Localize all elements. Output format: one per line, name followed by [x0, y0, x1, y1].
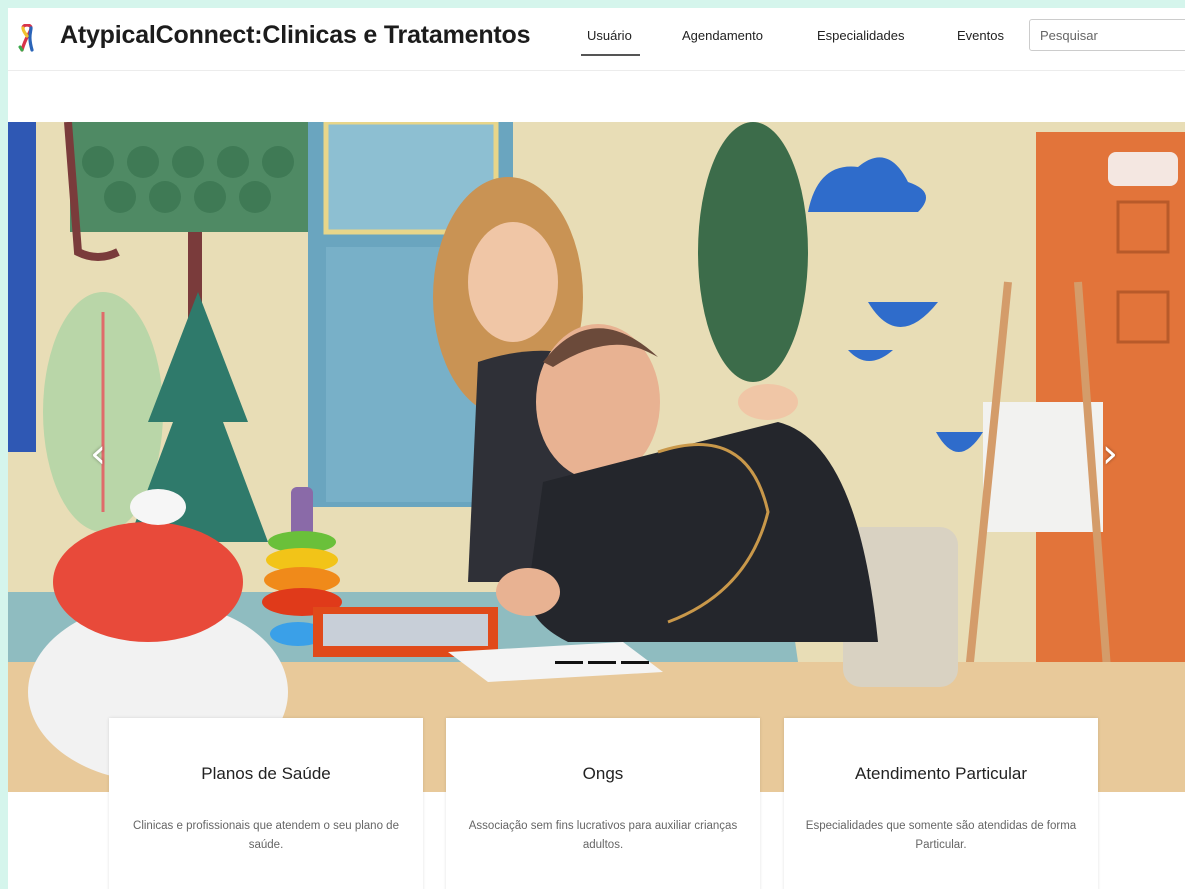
top-navbar: AtypicalConnect:Clinicas e Tratamentos U…: [8, 8, 1185, 71]
card-ongs[interactable]: Ongs Associação sem fins lucrativos para…: [446, 718, 760, 889]
card-atendimento-particular[interactable]: Atendimento Particular Especialidades qu…: [784, 718, 1098, 889]
card-description: Clinicas e profissionais que atendem o s…: [133, 820, 399, 851]
nav-item-usuario[interactable]: Usuário: [581, 28, 640, 56]
carousel-prev-button[interactable]: ‹: [90, 434, 106, 474]
card-planos-de-saude[interactable]: Planos de Saúde Clinicas e profissionais…: [109, 718, 423, 889]
hero-carousel: ‹ ›: [8, 122, 1185, 792]
carousel-indicator-2[interactable]: [588, 661, 616, 664]
search-input[interactable]: [1029, 19, 1185, 51]
brand-title[interactable]: AtypicalConnect:Clinicas e Tratamentos: [60, 21, 531, 50]
carousel-indicator-1[interactable]: [555, 661, 583, 664]
card-description: Especialidades que somente são atendidas…: [805, 820, 1077, 851]
nav-item-eventos[interactable]: Eventos: [957, 28, 1004, 43]
nav-item-especialidades[interactable]: Especialidades: [817, 28, 904, 43]
card-title: Planos de Saúde: [201, 764, 331, 783]
nav-item-agendamento[interactable]: Agendamento: [682, 28, 763, 43]
carousel-indicator-3[interactable]: [621, 661, 649, 664]
page: AtypicalConnect:Clinicas e Tratamentos U…: [8, 8, 1185, 889]
hero-image: [8, 122, 1185, 792]
carousel-next-button[interactable]: ›: [1102, 434, 1118, 474]
card-title: Ongs: [582, 764, 624, 783]
card-title: Atendimento Particular: [855, 764, 1027, 783]
awareness-ribbon-icon[interactable]: [14, 23, 40, 52]
card-description: Associação sem fins lucrativos para auxi…: [468, 820, 738, 851]
